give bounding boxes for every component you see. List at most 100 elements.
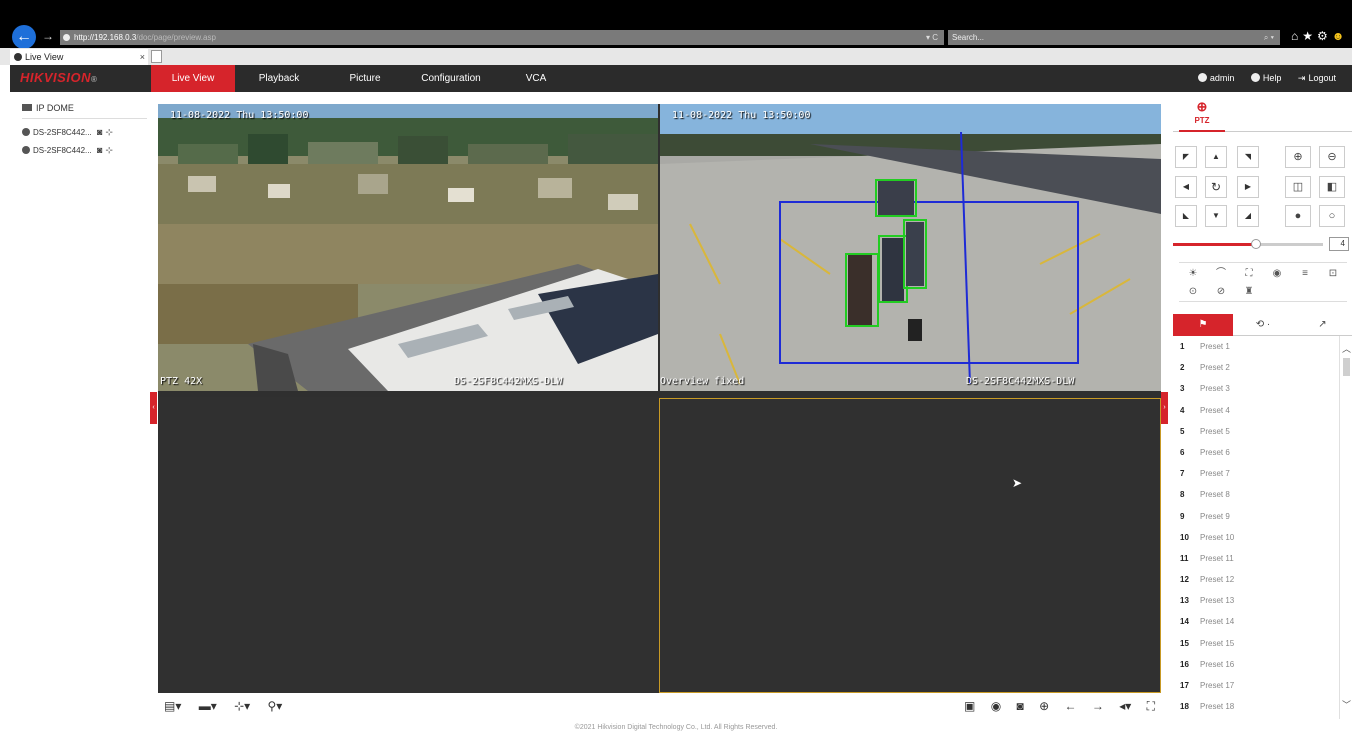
ptz-left-button[interactable]: ◀ xyxy=(1175,176,1197,198)
tree-channel-2[interactable]: DS-2SF8C442... ◙ ⊹ xyxy=(22,141,147,159)
menu-icon[interactable]: ≡ xyxy=(1291,265,1319,283)
ptz-speed-slider[interactable] xyxy=(1173,239,1323,249)
refresh-icon[interactable]: ▾ C xyxy=(926,30,938,45)
list-item[interactable]: 11 Preset 11 xyxy=(1173,548,1339,569)
stop-all-icon[interactable]: ▣ xyxy=(964,699,975,713)
scroll-down-icon[interactable]: ﹀ xyxy=(1342,698,1351,711)
logout-link[interactable]: ⇥ Logout xyxy=(1298,73,1336,83)
ptz-up-left-button[interactable]: ◤ xyxy=(1175,146,1197,168)
collapse-left-panel-button[interactable]: ‹ xyxy=(150,392,157,424)
list-item[interactable]: 1 Preset 1 xyxy=(1173,336,1339,357)
nav-tab-playback[interactable]: Playback xyxy=(238,65,320,92)
site-info-icon[interactable] xyxy=(63,34,70,41)
window-layout-icon[interactable]: ▤▾ xyxy=(164,699,181,713)
list-item[interactable]: 16 Preset 16 xyxy=(1173,654,1339,675)
video-pane-ptz[interactable]: 11-08-2022 Thu 13:50:00 PTZ 42X DS-2SF8C… xyxy=(158,104,658,391)
nav-tab-picture[interactable]: Picture xyxy=(325,65,405,92)
browser-search-input[interactable]: Search... ⌕ ▾ xyxy=(948,30,1280,45)
list-item[interactable]: 15 Preset 15 xyxy=(1173,633,1339,654)
home-icon[interactable]: ⌂ xyxy=(1291,29,1302,43)
settings-gear-icon[interactable]: ⚙ xyxy=(1317,29,1332,43)
list-item[interactable]: 6 Preset 6 xyxy=(1173,442,1339,463)
video-pane-empty-4-selected[interactable]: ➤ xyxy=(659,398,1161,693)
list-item[interactable]: 18 Preset 18 xyxy=(1173,696,1339,717)
ptz-up-button[interactable]: ▲ xyxy=(1205,146,1227,168)
manual-tracking-icon[interactable]: ⊙ xyxy=(1179,283,1207,301)
list-item[interactable]: 7 Preset 7 xyxy=(1173,463,1339,484)
tree-root-ip-dome[interactable]: IP DOME xyxy=(22,100,147,116)
record-all-icon[interactable]: ◙ xyxy=(1017,699,1024,713)
tab-patrols[interactable]: ⟲ · xyxy=(1233,314,1293,336)
lens-initialization-icon[interactable]: ◉ xyxy=(1263,265,1291,283)
list-item[interactable]: 9 Preset 9 xyxy=(1173,506,1339,527)
wiper-icon[interactable]: ⌒ xyxy=(1207,265,1235,283)
list-item[interactable]: 8 Preset 8 xyxy=(1173,484,1339,505)
smiley-icon[interactable]: ☻ xyxy=(1332,29,1349,43)
focus-near-icon[interactable]: ◫ xyxy=(1285,176,1311,198)
digital-zoom-icon[interactable]: ⊕ xyxy=(1039,699,1049,713)
nav-tab-vca[interactable]: VCA xyxy=(498,65,574,92)
browser-tab-live-view[interactable]: Live View × xyxy=(10,49,148,65)
video-pane-overview[interactable]: 11-08-2022 Thu 13:50:00 Overview fixed D… xyxy=(660,104,1161,391)
tab-patterns[interactable]: ↗ xyxy=(1293,314,1352,336)
ptz-down-right-button[interactable]: ◢ xyxy=(1237,205,1259,227)
record-icon[interactable]: ◙ xyxy=(97,145,102,155)
ptz-down-left-button[interactable]: ◣ xyxy=(1175,205,1197,227)
zoom-in-icon[interactable]: ⊕ xyxy=(1285,146,1311,168)
address-bar[interactable]: http://192.168.0.3/doc/page/preview.asp … xyxy=(60,30,944,45)
ptz-control-icon[interactable]: ⊹ xyxy=(105,127,113,137)
video-pane-empty-3[interactable] xyxy=(158,397,658,693)
ptz-tab[interactable]: ⊕ PTZ xyxy=(1179,96,1225,132)
iris-close-icon[interactable]: ○ xyxy=(1319,205,1345,227)
capture-icon[interactable]: ◉ xyxy=(991,699,1001,713)
new-tab-button[interactable] xyxy=(151,50,162,63)
record-icon[interactable]: ◙ xyxy=(97,127,102,137)
scroll-up-icon[interactable]: ︿ xyxy=(1342,342,1351,355)
help-link[interactable]: Help xyxy=(1250,73,1281,83)
ptz-right-button[interactable]: ▶ xyxy=(1237,176,1259,198)
list-item[interactable]: 4 Preset 4 xyxy=(1173,400,1339,421)
channel-name: DS-2SF8C442... xyxy=(33,146,92,155)
scroll-thumb[interactable] xyxy=(1343,358,1350,376)
search-icon[interactable]: ⌕ ▾ xyxy=(1264,30,1274,45)
list-item[interactable]: 13 Preset 13 xyxy=(1173,590,1339,611)
ptz-up-right-button[interactable]: ◥ xyxy=(1237,146,1259,168)
ptz-down-button[interactable]: ▼ xyxy=(1205,205,1227,227)
list-item[interactable]: 5 Preset 5 xyxy=(1173,421,1339,442)
list-item[interactable]: 3 Preset 3 xyxy=(1173,378,1339,399)
tab-presets[interactable]: ⚑ xyxy=(1173,314,1233,336)
ptz-speed-handle[interactable] xyxy=(1250,239,1261,249)
favorites-star-icon[interactable]: ★ xyxy=(1302,29,1317,43)
ptz-mode-icon[interactable]: ⊹▾ xyxy=(234,699,250,713)
fullscreen-icon[interactable]: ⛶ xyxy=(1147,699,1155,713)
nav-tab-configuration[interactable]: Configuration xyxy=(410,65,492,92)
light-icon[interactable]: ☀ xyxy=(1179,265,1207,283)
area-zoom-icon[interactable]: ⊡ xyxy=(1319,265,1347,283)
stream-type-icon[interactable]: ▬▾ xyxy=(199,699,217,713)
list-item[interactable]: 17 Preset 17 xyxy=(1173,675,1339,696)
back-arrow-icon[interactable]: ← xyxy=(12,25,36,49)
list-item[interactable]: 10 Preset 10 xyxy=(1173,527,1339,548)
volume-icon[interactable]: ◂▾ xyxy=(1119,699,1131,713)
preset-scrollbar[interactable]: ︿ ﹀ xyxy=(1339,336,1352,719)
tree-channel-1[interactable]: DS-2SF8C442... ◙ ⊹ xyxy=(22,123,147,141)
list-item[interactable]: 12 Preset 12 xyxy=(1173,569,1339,590)
tab-close-icon[interactable]: × xyxy=(140,49,145,65)
focus-far-icon[interactable]: ◧ xyxy=(1319,176,1345,198)
list-item[interactable]: 2 Preset 2 xyxy=(1173,357,1339,378)
list-item[interactable]: 14 Preset 14 xyxy=(1173,611,1339,632)
zoom-out-icon[interactable]: ⊖ xyxy=(1319,146,1345,168)
collapse-right-panel-button[interactable]: › xyxy=(1161,392,1168,424)
one-touch-patrol-icon[interactable]: ⊘ xyxy=(1207,283,1235,301)
park-icon[interactable]: ♜ xyxy=(1235,283,1263,301)
iris-open-icon[interactable]: ● xyxy=(1285,205,1311,227)
nav-tab-live-view[interactable]: Live View xyxy=(151,65,235,92)
forward-arrow-icon[interactable]: → xyxy=(42,29,54,43)
previous-page-icon[interactable]: ← xyxy=(1065,699,1077,713)
next-page-icon[interactable]: → xyxy=(1092,699,1104,713)
auxiliary-focus-icon[interactable]: ⛶ xyxy=(1235,265,1263,283)
audio-icon[interactable]: ⚲▾ xyxy=(268,699,283,713)
ptz-control-icon[interactable]: ⊹ xyxy=(105,145,113,155)
user-menu[interactable]: admin xyxy=(1197,73,1234,83)
ptz-auto-scan-button[interactable]: ↻ xyxy=(1205,176,1227,198)
